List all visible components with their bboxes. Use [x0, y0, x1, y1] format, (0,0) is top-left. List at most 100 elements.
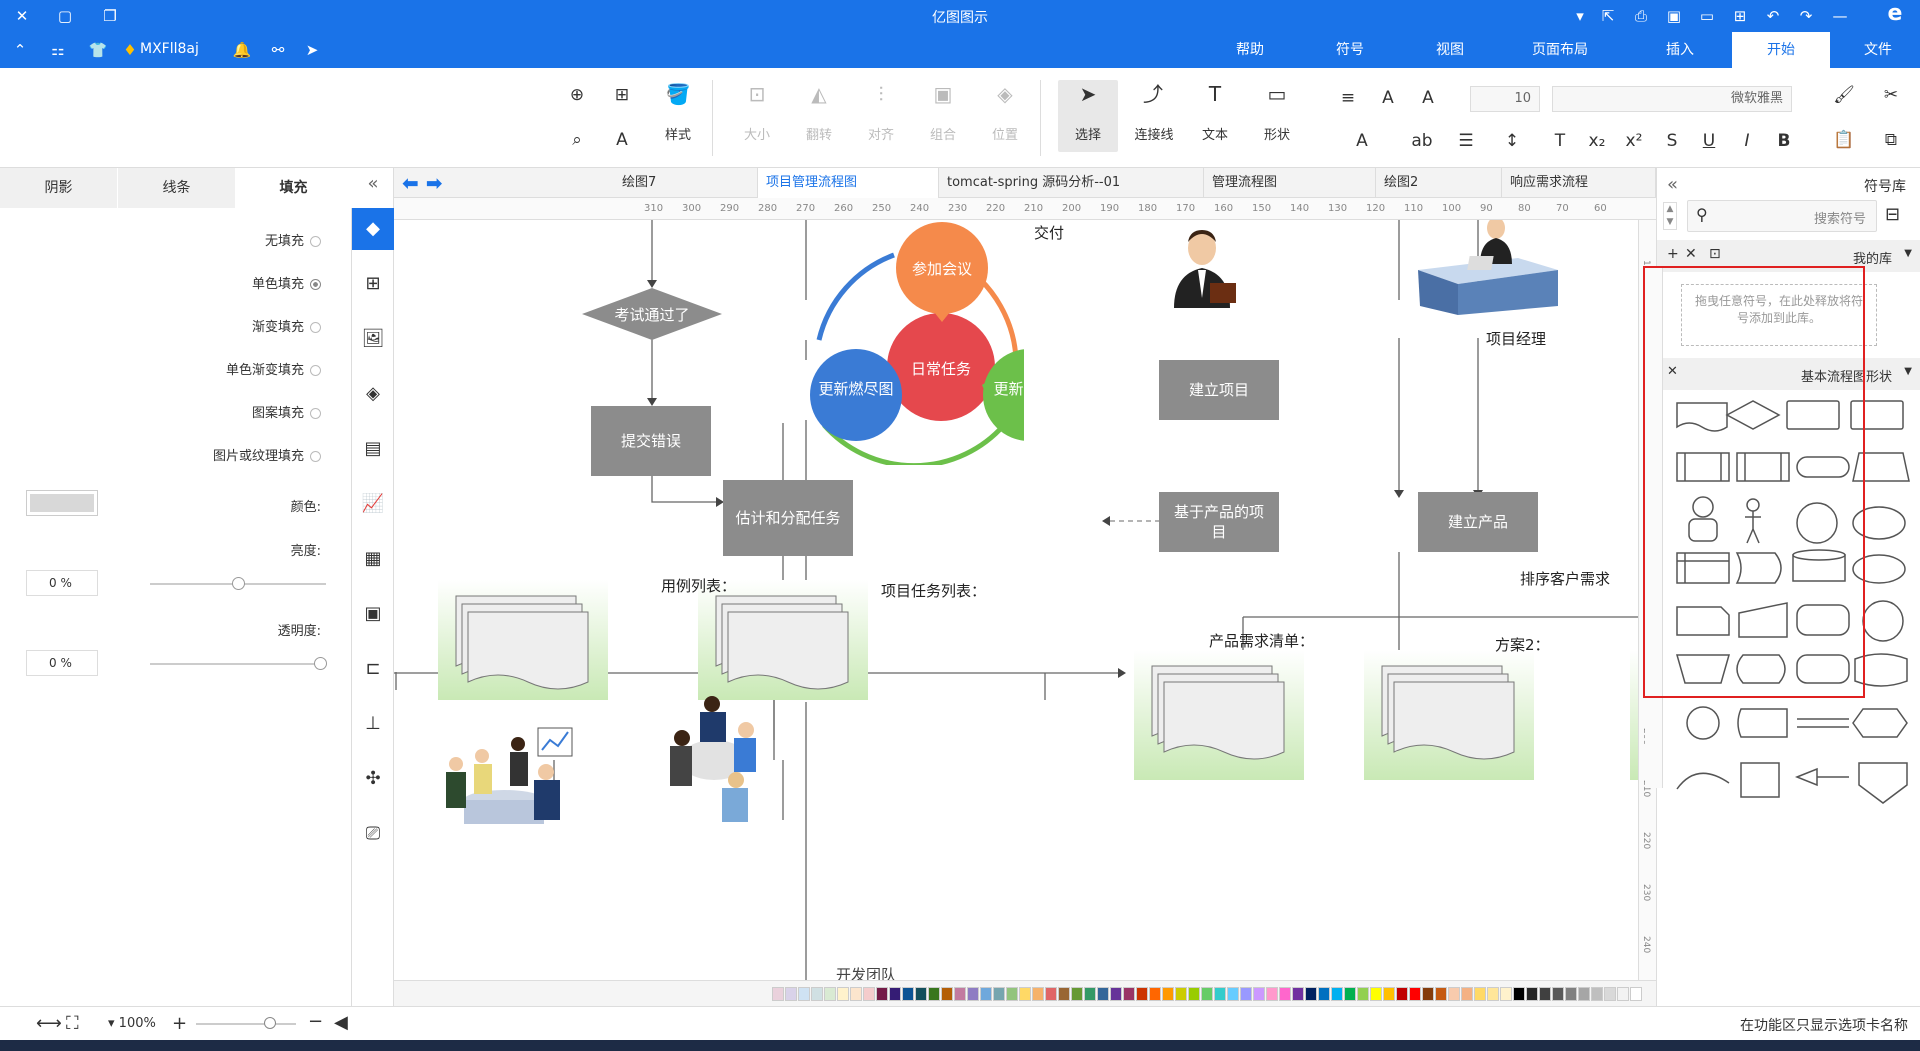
- palette-color-swatch[interactable]: [1539, 987, 1551, 1001]
- new-file-icon[interactable]: ⊞: [1730, 6, 1750, 26]
- line-spacing-icon[interactable]: ↕: [1500, 129, 1524, 153]
- tab-shadow[interactable]: 阴影: [0, 168, 117, 208]
- palette-color-swatch[interactable]: [1253, 987, 1265, 1001]
- window-minimize-icon[interactable]: —: [1830, 6, 1850, 26]
- fill-bucket-icon[interactable]: 🪣: [663, 82, 693, 106]
- text-tool-icon[interactable]: T: [1200, 82, 1230, 106]
- palette-color-swatch[interactable]: [1487, 987, 1499, 1001]
- text-tool-label[interactable]: 文本: [1191, 124, 1239, 143]
- palette-color-swatch[interactable]: [1227, 987, 1239, 1001]
- format-icon[interactable]: ⊏: [361, 657, 385, 681]
- palette-color-swatch[interactable]: [1136, 987, 1148, 1001]
- create-project-node[interactable]: 建立项目: [1159, 360, 1279, 420]
- palette-color-swatch[interactable]: [811, 987, 823, 1001]
- grid-icon[interactable]: ⊞: [361, 272, 385, 296]
- palette-color-swatch[interactable]: [1045, 987, 1057, 1001]
- palette-color-swatch[interactable]: [1591, 987, 1603, 1001]
- transparency-slider[interactable]: [150, 663, 326, 665]
- flip-icon[interactable]: ◭: [804, 82, 834, 106]
- doc-tab[interactable]: 绘图7: [614, 168, 758, 198]
- format-painter-icon[interactable]: 🖌: [1832, 83, 1856, 107]
- palette-color-swatch[interactable]: [876, 987, 888, 1001]
- product-project-node[interactable]: 基于产品的项目: [1159, 492, 1279, 552]
- palette-color-swatch[interactable]: [1201, 987, 1213, 1001]
- group-icon[interactable]: ▣: [928, 82, 958, 106]
- palette-color-swatch[interactable]: [1097, 987, 1109, 1001]
- palette-color-swatch[interactable]: [798, 987, 810, 1001]
- palette-color-swatch[interactable]: [1409, 987, 1421, 1001]
- tab-line[interactable]: 线条: [118, 168, 235, 208]
- fit-width-icon[interactable]: ⟷: [36, 1013, 62, 1034]
- palette-color-swatch[interactable]: [1630, 987, 1642, 1001]
- tab-view[interactable]: 视图: [1410, 32, 1490, 68]
- collapse-right-panel-icon[interactable]: «: [1667, 174, 1678, 195]
- palette-color-swatch[interactable]: [889, 987, 901, 1001]
- bell-icon[interactable]: 🔔: [232, 40, 252, 60]
- flip-label[interactable]: 翻转: [795, 124, 843, 143]
- export-library-icon[interactable]: ⊡: [1709, 246, 1721, 262]
- palette-color-swatch[interactable]: [1565, 987, 1577, 1001]
- export-icon[interactable]: ⇱: [1598, 6, 1618, 26]
- underline-icon[interactable]: U: [1697, 129, 1721, 153]
- italic-icon[interactable]: I: [1735, 129, 1759, 153]
- user-name[interactable]: MXFll8aj: [140, 41, 199, 57]
- palette-color-swatch[interactable]: [1461, 987, 1473, 1001]
- palette-color-swatch[interactable]: [1071, 987, 1083, 1001]
- palette-color-swatch[interactable]: [1305, 987, 1317, 1001]
- palette-color-swatch[interactable]: [1448, 987, 1460, 1001]
- bullet-list-icon[interactable]: ☰: [1454, 129, 1478, 153]
- play-icon[interactable]: ◀: [334, 1012, 348, 1033]
- fill-tool-icon[interactable]: ◆: [361, 217, 385, 241]
- org-chart-icon[interactable]: ⊥: [361, 712, 385, 736]
- tab-home[interactable]: 开始: [1732, 32, 1830, 68]
- palette-color-swatch[interactable]: [1032, 987, 1044, 1001]
- palette-color-swatch[interactable]: [1578, 987, 1590, 1001]
- find-replace-icon[interactable]: ⌕: [565, 128, 589, 152]
- palette-color-swatch[interactable]: [1006, 987, 1018, 1001]
- font-grow-icon[interactable]: A: [1416, 86, 1440, 110]
- symbol-search-input[interactable]: ⚲ 搜索符号: [1687, 200, 1877, 232]
- select-tool-label[interactable]: 选择: [1064, 124, 1112, 143]
- fill-option-pattern[interactable]: 图案填充: [252, 402, 321, 421]
- style-gallery-icon[interactable]: ⊞: [610, 83, 634, 107]
- zoom-in-icon[interactable]: +: [172, 1013, 187, 1034]
- restore-window-icon[interactable]: ❐: [100, 6, 120, 26]
- fill-option-gradient[interactable]: 渐变填充: [252, 316, 321, 335]
- tab-insert[interactable]: 插入: [1640, 32, 1720, 68]
- requirements-doc-stack[interactable]: [1134, 650, 1304, 780]
- chart-icon[interactable]: 📈: [361, 492, 385, 516]
- edit-icon[interactable]: ✕: [1685, 246, 1697, 262]
- style-label[interactable]: 样式: [654, 124, 702, 143]
- palette-color-swatch[interactable]: [1149, 987, 1161, 1001]
- strikethrough-icon[interactable]: S: [1660, 129, 1684, 153]
- palette-color-swatch[interactable]: [967, 987, 979, 1001]
- palette-color-swatch[interactable]: [863, 987, 875, 1001]
- fill-option-solid-gradient[interactable]: 单色渐变填充: [226, 359, 321, 378]
- presentation-icon[interactable]: ⎚: [361, 822, 385, 846]
- maximize-icon[interactable]: ▢: [55, 6, 75, 26]
- doc-tab[interactable]: 响应需求流程: [1502, 168, 1656, 198]
- palette-color-swatch[interactable]: [1435, 987, 1447, 1001]
- size-icon[interactable]: ⊡: [742, 82, 772, 106]
- palette-color-swatch[interactable]: [1110, 987, 1122, 1001]
- palette-color-swatch[interactable]: [1500, 987, 1512, 1001]
- collapse-ribbon-icon[interactable]: ⌃: [10, 40, 30, 60]
- font-family-select[interactable]: 微软雅黑: [1552, 86, 1792, 112]
- palette-color-swatch[interactable]: [993, 987, 1005, 1001]
- skin-icon[interactable]: 👕: [88, 40, 108, 60]
- palette-color-swatch[interactable]: [850, 987, 862, 1001]
- palette-color-swatch[interactable]: [1279, 987, 1291, 1001]
- submit-error-node[interactable]: 提交错误: [591, 406, 711, 476]
- select-tool-icon[interactable]: ➤: [1073, 82, 1103, 106]
- data-icon[interactable]: ▣: [361, 602, 385, 626]
- align-icon[interactable]: ≡: [1336, 86, 1360, 110]
- link-icon[interactable]: ⚯: [268, 40, 288, 60]
- tab-scroll-arrows-icon[interactable]: ⬅ ➡: [402, 171, 442, 195]
- fill-option-image[interactable]: 图片或纹理填充: [213, 445, 321, 464]
- tab-page-layout[interactable]: 页面布局: [1500, 32, 1620, 68]
- palette-color-swatch[interactable]: [1383, 987, 1395, 1001]
- zoom-slider[interactable]: [196, 1023, 296, 1025]
- palette-color-swatch[interactable]: [1214, 987, 1226, 1001]
- tab-help[interactable]: 帮助: [1210, 32, 1290, 68]
- paste-icon[interactable]: 📋: [1832, 128, 1856, 152]
